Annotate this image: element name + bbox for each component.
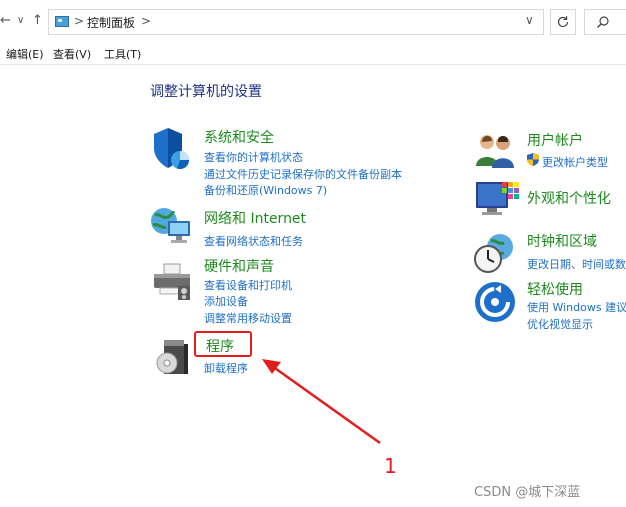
watermark: CSDN @城下深蓝 bbox=[474, 485, 581, 500]
annotation-arrow bbox=[262, 359, 381, 445]
annotation-step-number: 1 bbox=[384, 454, 397, 478]
